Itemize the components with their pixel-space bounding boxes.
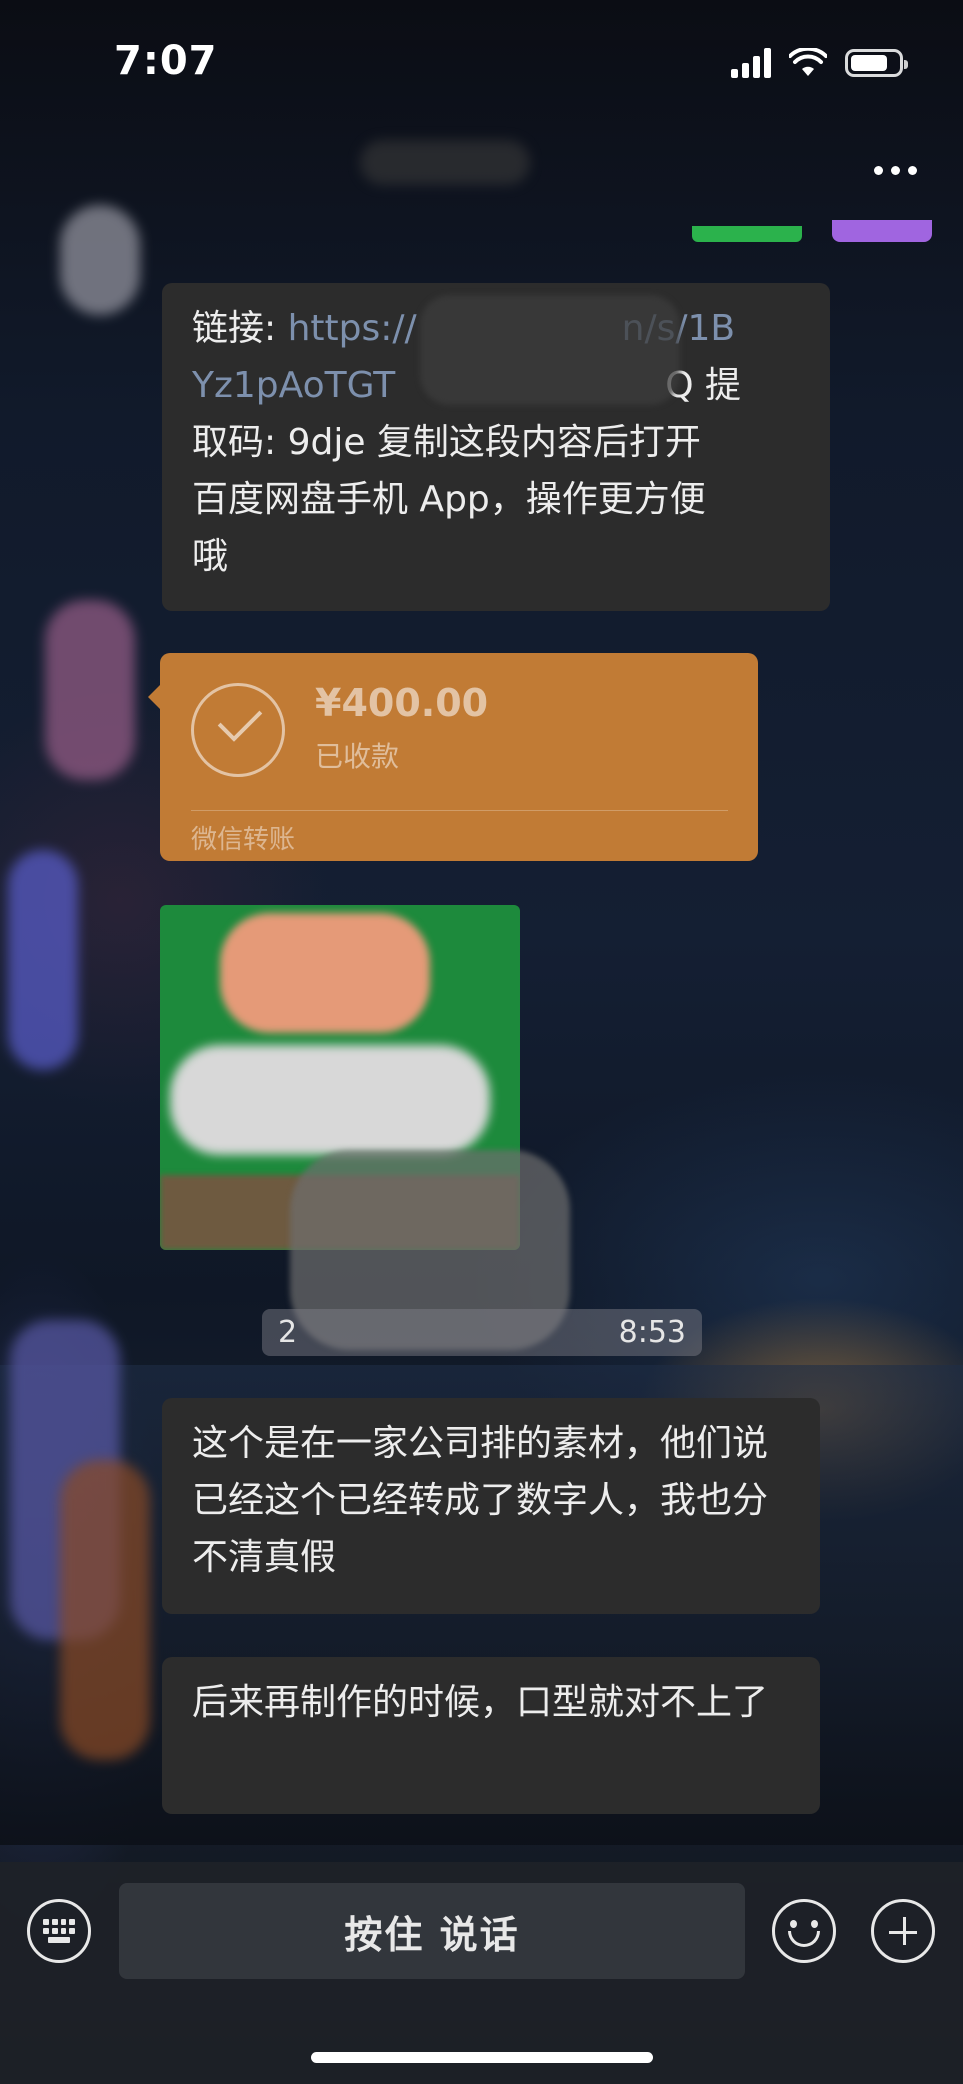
redacted-region (170, 1045, 490, 1155)
message-text: 这个是在一家公司排的素材，他们说已经这个已经转成了数字人，我也分不清真假 (192, 1423, 769, 1578)
text-message-bubble[interactable]: 这个是在一家公司排的素材，他们说已经这个已经转成了数字人，我也分不清真假 (162, 1398, 820, 1614)
link-message-line: 取码: 9dje 复制这段内容后打开 (192, 422, 701, 463)
link-message-line: 百度网盘手机 App，操作更方便 (192, 479, 706, 520)
transfer-label: 微信转账 (191, 825, 296, 855)
wifi-icon (789, 48, 827, 76)
home-indicator[interactable] (311, 2052, 653, 2063)
previous-message-fragment (692, 226, 802, 242)
dot-icon (907, 165, 917, 175)
dot-icon (873, 165, 883, 175)
redacted-avatar (60, 205, 140, 315)
signal-icon (731, 48, 771, 78)
share-link[interactable]: https:// (288, 308, 417, 349)
status-time: 7:07 (114, 38, 218, 84)
more-options-button[interactable] (865, 150, 925, 190)
redacted-region (220, 913, 430, 1033)
battery-icon (845, 49, 908, 77)
transfer-status: 已收款 (315, 740, 400, 773)
link-message-line: 哦 (192, 536, 229, 577)
divider (191, 810, 728, 811)
check-circle-icon (191, 683, 285, 777)
message-timestamp: 2 8:53 (262, 1309, 702, 1356)
keyboard-icon (43, 1919, 75, 1943)
redacted-region (420, 295, 680, 405)
hold-to-talk-button[interactable]: 按住 说话 (119, 1883, 745, 1979)
text-message-bubble[interactable]: 后来再制作的时候，口型就对不上了 (162, 1657, 820, 1814)
smile-icon (790, 1920, 818, 1928)
previous-avatar-fragment (832, 220, 932, 242)
redacted-region (360, 140, 530, 185)
redacted-avatar (60, 1460, 150, 1760)
dot-icon (890, 165, 900, 175)
transfer-amount: ¥400.00 (315, 681, 489, 725)
message-text: 后来再制作的时候，口型就对不上了 (192, 1682, 769, 1723)
redacted-avatar (8, 850, 78, 1070)
transfer-card[interactable]: ¥400.00 已收款 微信转账 (148, 653, 758, 861)
redacted-avatar (45, 600, 135, 780)
status-icons (731, 46, 908, 80)
keyboard-toggle-button[interactable] (27, 1899, 91, 1963)
emoji-button[interactable] (772, 1899, 836, 1963)
more-functions-button[interactable] (871, 1899, 935, 1963)
